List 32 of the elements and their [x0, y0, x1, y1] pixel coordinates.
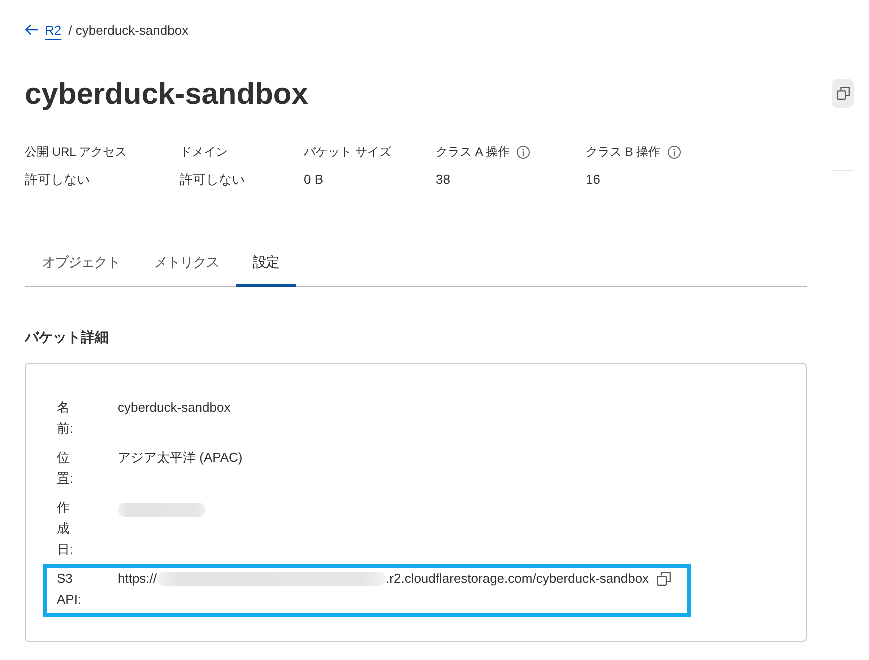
- back-link[interactable]: R2: [25, 22, 62, 38]
- stat-label: クラス B 操作: [586, 144, 661, 161]
- stat-label: ドメイン: [180, 144, 228, 161]
- detail-value: cyberduck-sandbox: [118, 399, 231, 417]
- stat-value: 0 B: [304, 171, 325, 189]
- copy-button[interactable]: [832, 79, 854, 108]
- stat-value: 38: [436, 171, 452, 189]
- detail-label: 作成日:: [57, 499, 75, 559]
- url-text: https://: [118, 570, 158, 588]
- stat-label: バケット サイズ: [304, 144, 392, 161]
- info-icon[interactable]: [517, 146, 530, 158]
- stat-value: 許可しない: [25, 171, 91, 189]
- detail-label: 名前:: [57, 399, 75, 438]
- stat-value: 16: [586, 171, 602, 189]
- breadcrumb-current: / cyberduck-sandbox: [68, 22, 189, 38]
- tab[interactable]: オブジェクト: [25, 242, 137, 287]
- copy-button[interactable]: [657, 572, 672, 586]
- copy-icon: [836, 87, 850, 100]
- section-heading: バケット詳細: [25, 328, 110, 347]
- detail-value: アジア太平洋 (APAC): [118, 449, 243, 467]
- copy-icon: [657, 572, 672, 586]
- url-text: .r2.cloudflarestorage.com/cyberduck-sandbox: [386, 570, 650, 588]
- detail-label: S3 API:: [57, 570, 82, 609]
- detail-label: 位置:: [57, 449, 75, 488]
- stat-label: 公開 URL アクセス: [25, 144, 128, 161]
- tab[interactable]: 設定: [236, 242, 296, 287]
- page-title: cyberduck-sandbox: [25, 77, 310, 113]
- tab[interactable]: メトリクス: [137, 242, 236, 287]
- info-icon[interactable]: [668, 146, 681, 158]
- stat-label: クラス A 操作: [436, 144, 510, 161]
- arrow-left-icon: [25, 24, 39, 36]
- stat-value: 許可しない: [180, 171, 246, 189]
